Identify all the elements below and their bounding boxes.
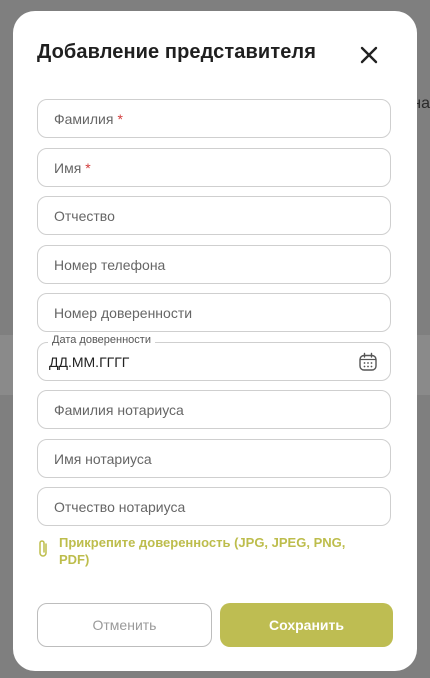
required-mark: * bbox=[85, 160, 91, 176]
save-button[interactable]: Сохранить bbox=[220, 603, 393, 647]
power-of-attorney-number-field[interactable]: Номер доверенности bbox=[37, 293, 391, 332]
notary-first-name-field[interactable]: Имя нотариуса bbox=[37, 439, 391, 478]
calendar-icon[interactable] bbox=[358, 352, 378, 372]
phone-placeholder: Номер телефона bbox=[54, 257, 166, 273]
attach-label: Прикрепите доверенность (JPG, JPEG, PNG,… bbox=[59, 535, 346, 567]
cancel-button[interactable]: Отменить bbox=[37, 603, 212, 647]
notary-first-name-placeholder: Имя нотариуса bbox=[54, 451, 152, 467]
modal-title: Добавление представителя bbox=[37, 41, 317, 63]
attach-power-of-attorney[interactable]: Прикрепите доверенность (JPG, JPEG, PNG,… bbox=[35, 534, 365, 568]
paperclip-icon bbox=[39, 540, 47, 557]
add-representative-modal: Добавление представителя Фамилия * Имя * О… bbox=[13, 11, 417, 671]
middle-name-placeholder: Отчество bbox=[54, 208, 115, 224]
required-mark: * bbox=[117, 111, 123, 127]
poa-date-value: ДД.ММ.ГГГГ bbox=[49, 354, 130, 370]
last-name-field[interactable]: Фамилия * bbox=[37, 99, 391, 138]
last-name-placeholder: Фамилия * bbox=[54, 111, 123, 127]
poa-number-placeholder: Номер доверенности bbox=[54, 305, 193, 321]
power-of-attorney-date-field[interactable]: Дата доверенности ДД.ММ.ГГГГ bbox=[37, 334, 391, 381]
middle-name-field[interactable]: Отчество bbox=[37, 196, 391, 235]
close-icon[interactable] bbox=[357, 43, 381, 67]
notary-middle-name-field[interactable]: Отчество нотариуса bbox=[37, 487, 391, 526]
poa-date-label: Дата доверенности bbox=[48, 334, 155, 346]
phone-field[interactable]: Номер телефона bbox=[37, 245, 391, 284]
first-name-field[interactable]: Имя * bbox=[37, 148, 391, 187]
notary-middle-name-placeholder: Отчество нотариуса bbox=[54, 499, 186, 515]
first-name-placeholder: Имя * bbox=[54, 160, 91, 176]
notary-last-name-placeholder: Фамилия нотариуса bbox=[54, 402, 184, 418]
notary-last-name-field[interactable]: Фамилия нотариуса bbox=[37, 390, 391, 429]
